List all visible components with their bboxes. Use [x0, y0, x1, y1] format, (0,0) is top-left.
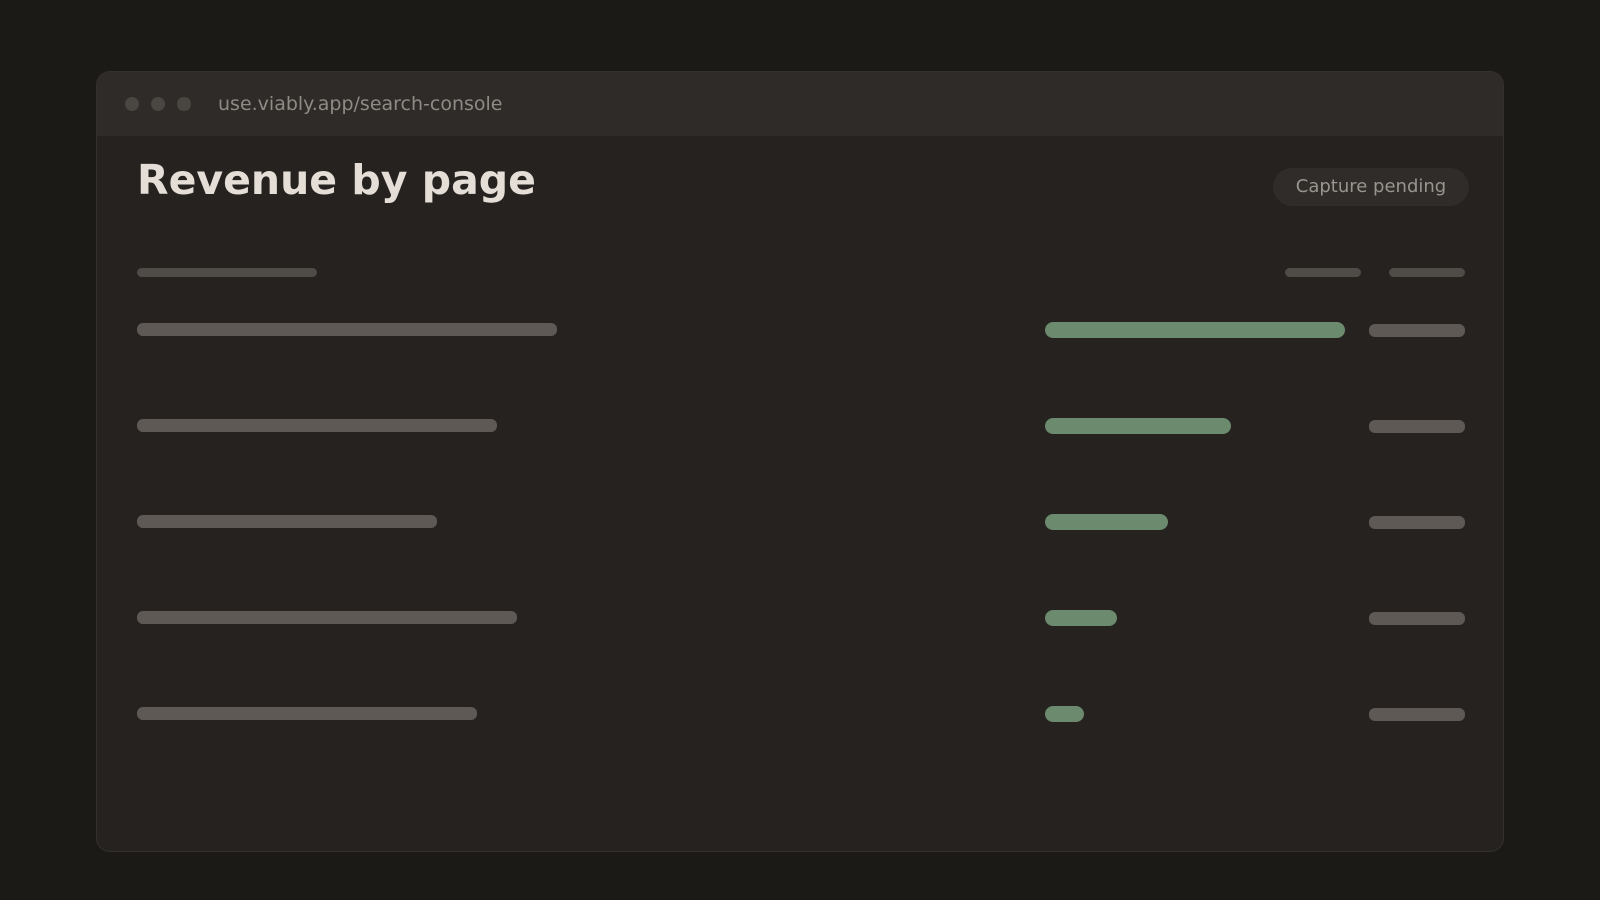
page-name-placeholder — [137, 611, 517, 624]
status-badge: Capture pending — [1273, 168, 1469, 206]
revenue-value-placeholder — [1369, 612, 1465, 625]
revenue-value-placeholder — [1369, 324, 1465, 337]
page-name-placeholder — [137, 707, 477, 720]
revenue-bar — [1045, 514, 1168, 530]
revenue-bar — [1045, 706, 1084, 722]
page-name-placeholder — [137, 419, 497, 432]
page-name-placeholder — [137, 323, 557, 336]
header-revenue-placeholder — [1285, 268, 1361, 277]
maximize-window-dot[interactable] — [177, 97, 191, 111]
revenue-value-placeholder — [1369, 516, 1465, 529]
revenue-value-placeholder — [1369, 420, 1465, 433]
browser-window: use.viably.app/search-console Revenue by… — [96, 71, 1504, 852]
title-bar: use.viably.app/search-console — [97, 72, 1503, 136]
revenue-bar — [1045, 418, 1231, 434]
page-name-placeholder — [137, 515, 437, 528]
page-title: Revenue by page — [137, 156, 536, 204]
address-bar[interactable]: use.viably.app/search-console — [218, 93, 503, 115]
revenue-bar — [1045, 610, 1117, 626]
revenue-value-placeholder — [1369, 708, 1465, 721]
minimize-window-dot[interactable] — [151, 97, 165, 111]
header-page-placeholder — [137, 268, 317, 277]
header-value-placeholder — [1389, 268, 1465, 277]
close-window-dot[interactable] — [125, 97, 139, 111]
revenue-bar — [1045, 322, 1345, 338]
